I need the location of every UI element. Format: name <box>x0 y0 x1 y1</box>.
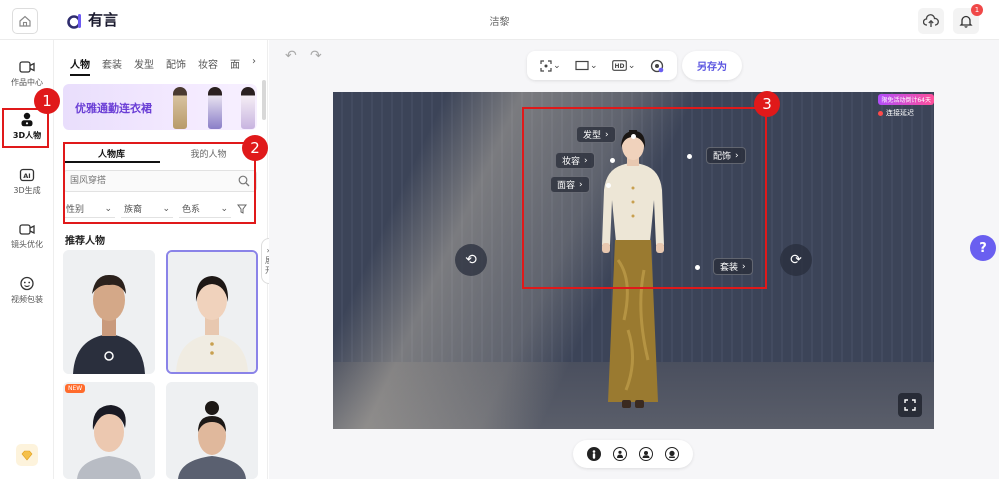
bust-icon <box>642 451 650 458</box>
character-card-selected[interactable] <box>166 250 258 374</box>
character-portrait <box>168 252 256 372</box>
character-portrait <box>63 382 155 479</box>
upload-button[interactable] <box>918 8 944 34</box>
full-body-icon <box>592 449 596 459</box>
diamond-icon <box>21 450 33 460</box>
new-badge: NEW <box>65 384 86 393</box>
closeup-icon <box>669 450 675 458</box>
ai-generate-icon: AI <box>19 168 35 182</box>
rotate-left-icon: ⟲ <box>465 252 477 268</box>
top-bar: 有言 洁黎 1 <box>0 0 999 40</box>
character-card[interactable] <box>166 382 258 479</box>
status-dot-icon <box>878 110 883 116</box>
rotate-right-button[interactable]: ⟳ <box>780 244 812 276</box>
promo-banner[interactable]: 优雅通勤连衣裙 <box>63 84 257 130</box>
document-title[interactable]: 洁黎 <box>0 13 999 28</box>
rotate-left-button[interactable]: ⟲ <box>455 244 487 276</box>
fullscreen-icon <box>904 399 916 411</box>
nav-3d-generate[interactable]: AI 3D生成 <box>0 168 54 196</box>
promo-countdown-badge[interactable]: 限免活动倒计64天 <box>878 94 934 105</box>
banner-figure <box>241 87 255 129</box>
focus-frame-icon <box>540 59 552 72</box>
redo-icon[interactable]: ↷ <box>310 48 322 64</box>
closeup-view-button[interactable] <box>665 447 679 461</box>
tab-makeup[interactable]: 妆容 <box>198 56 218 76</box>
cloud-upload-icon <box>923 14 939 27</box>
category-tabs: 人物 套装 发型 配饰 妆容 面 › <box>70 56 256 76</box>
nav-label: 作品中心 <box>11 78 43 87</box>
tab-face[interactable]: 面 <box>230 56 240 76</box>
panel-scrollbar[interactable] <box>262 80 266 120</box>
half-body-view-button[interactable] <box>613 447 627 461</box>
nav-label: 镜头优化 <box>11 240 43 249</box>
fullscreen-button[interactable] <box>898 393 922 417</box>
banner-text: 优雅通勤连衣裙 <box>75 102 152 115</box>
character-panel: 人物 套装 发型 配饰 妆容 面 › 优雅通勤连衣裙 人物库 我的人物 性别⌄ … <box>55 40 268 479</box>
hd-text: HD <box>614 63 624 70</box>
package-icon <box>20 276 34 291</box>
character-card[interactable]: NEW <box>63 382 155 479</box>
aspect-ratio-icon <box>575 60 589 71</box>
annotation-box-1 <box>2 108 49 148</box>
character-portrait <box>166 382 258 479</box>
banner-figure <box>173 87 187 129</box>
notification-badge: 1 <box>971 4 983 16</box>
nav-video-package[interactable]: 视频包装 <box>0 276 54 305</box>
recommended-title: 推荐人物 <box>65 236 105 247</box>
full-body-view-button[interactable] <box>587 447 601 461</box>
quality-dropdown[interactable]: HD ⌄ <box>612 60 635 71</box>
tabs-more-arrow[interactable]: › <box>252 56 256 76</box>
nav-label: 视频包装 <box>11 295 43 304</box>
half-body-icon <box>617 450 623 458</box>
video-icon <box>19 61 35 73</box>
tab-hairstyle[interactable]: 发型 <box>134 56 154 76</box>
undo-icon[interactable]: ↶ <box>285 48 297 64</box>
nav-works-center[interactable]: 作品中心 <box>0 60 54 88</box>
svg-text:AI: AI <box>23 172 30 180</box>
nav-camera-optimize[interactable]: 镜头优化 <box>0 222 54 250</box>
hd-icon: HD <box>612 60 627 71</box>
delay-label: 连接延迟 <box>886 109 914 117</box>
rotate-right-icon: ⟳ <box>790 252 802 268</box>
camera-view-switcher <box>573 440 693 468</box>
nav-label: 3D生成 <box>13 186 41 195</box>
bust-view-button[interactable] <box>639 447 653 461</box>
annotation-box-2 <box>63 142 256 224</box>
help-button[interactable]: ? <box>970 235 996 261</box>
settings-toggle[interactable] <box>650 59 664 73</box>
character-card[interactable] <box>63 250 155 374</box>
annotation-marker-1: 1 <box>34 88 60 114</box>
annotation-marker-2: 2 <box>242 135 268 161</box>
view-toolbar: ⌄ ⌄ HD ⌄ <box>527 51 677 80</box>
vip-button[interactable] <box>16 444 38 466</box>
tab-character[interactable]: 人物 <box>70 56 90 76</box>
character-portrait <box>63 250 155 374</box>
tab-accessory[interactable]: 配饰 <box>166 56 186 76</box>
banner-figure <box>208 87 222 129</box>
aspect-ratio-dropdown[interactable]: ⌄ <box>575 60 598 71</box>
lens-settings-icon <box>650 59 664 72</box>
focus-dropdown[interactable]: ⌄ <box>540 59 561 72</box>
connection-delay: 连接延迟 <box>878 108 914 118</box>
bell-icon <box>959 15 973 28</box>
notification-button[interactable]: 1 <box>953 4 983 34</box>
camera-icon <box>19 224 35 235</box>
annotation-marker-3: 3 <box>754 91 780 117</box>
annotation-box-3 <box>522 107 767 289</box>
save-as-button[interactable]: 另存为 <box>682 51 742 80</box>
tab-outfit[interactable]: 套装 <box>102 56 122 76</box>
